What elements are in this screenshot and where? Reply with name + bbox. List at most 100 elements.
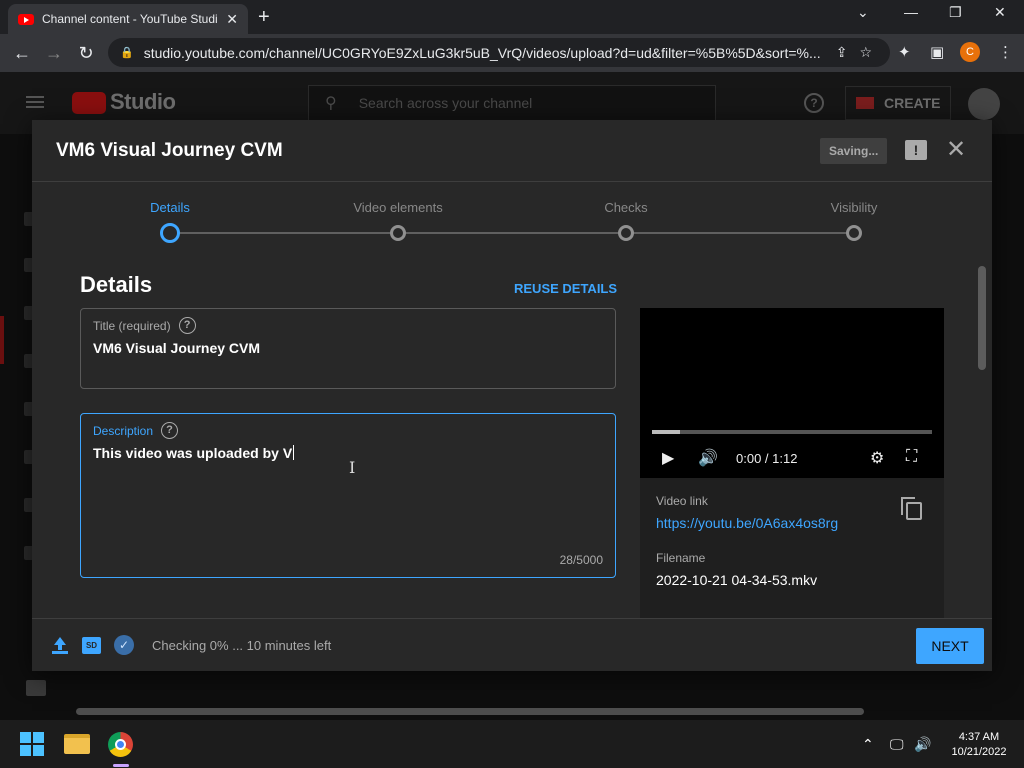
dialog-footer: SD ✓ Checking 0% ... 10 minutes left NEX…	[32, 618, 992, 671]
dialog-scrollbar[interactable]	[978, 266, 986, 370]
windows-taskbar: ⌃ 🖵 🔊 4:37 AM 10/21/2022	[0, 720, 1024, 768]
window-close-icon[interactable]: ✕	[994, 4, 1006, 21]
video-preview-player[interactable]: ▶ 🔊 0:00 / 1:12 ⚙ ⛶	[640, 308, 944, 478]
profile-avatar[interactable]: C	[960, 42, 980, 62]
upload-status-icon[interactable]	[52, 637, 68, 655]
video-progress-fill	[652, 430, 680, 434]
upload-stepper: Details Video elements Checks Visibility	[32, 182, 992, 252]
title-label-text: Title (required)	[93, 318, 171, 333]
title-help-icon[interactable]: ?	[178, 317, 196, 334]
video-progress-bar[interactable]	[652, 430, 932, 434]
step-video-elements[interactable]: Video elements	[318, 200, 478, 215]
volume-icon[interactable]: 🔊	[698, 448, 718, 468]
file-explorer-icon[interactable]	[64, 734, 90, 754]
video-link-label: Video link	[656, 494, 708, 508]
extensions-icon[interactable]: ✦	[898, 43, 911, 61]
video-link[interactable]: https://youtu.be/0A6ax4os8rg	[656, 515, 838, 531]
send-feedback-icon[interactable]	[26, 680, 46, 696]
sidebar-active-indicator	[0, 316, 4, 364]
studio-search-bar[interactable]: ⚲ Search across your channel	[308, 85, 716, 121]
settings-gear-icon[interactable]: ⚙	[870, 448, 884, 468]
stepper-line	[170, 232, 854, 234]
browser-tab-strip: Channel content - YouTube Studio ✕ + ⌄ —…	[0, 0, 1024, 34]
video-camera-icon	[856, 97, 874, 109]
hamburger-menu-icon[interactable]	[26, 96, 44, 108]
description-field[interactable]: Description ? This video was uploaded by…	[80, 413, 616, 578]
close-icon[interactable]: ✕	[944, 136, 968, 164]
fullscreen-icon[interactable]: ⛶	[906, 448, 917, 466]
studio-logo-text: Studio	[110, 89, 176, 114]
step-visibility-dot[interactable]	[846, 225, 862, 241]
create-label: CREATE	[884, 95, 941, 111]
tab-title: Channel content - YouTube Studio	[42, 12, 218, 26]
video-info-panel: Video link https://youtu.be/0A6ax4os8rg …	[640, 478, 944, 618]
help-icon[interactable]: ?	[804, 93, 824, 113]
search-icon: ⚲	[325, 95, 337, 112]
restore-icon[interactable]: ❐	[949, 4, 962, 21]
chrome-taskbar-icon[interactable]	[108, 732, 133, 757]
description-help-icon[interactable]: ?	[161, 422, 179, 439]
report-feedback-icon[interactable]: !	[905, 140, 927, 160]
upload-dialog: VM6 Visual Journey CVM Saving... ! ✕ Det…	[32, 120, 992, 671]
speaker-icon[interactable]: 🔊	[914, 736, 931, 753]
saving-status-chip: Saving...	[820, 138, 888, 164]
description-input[interactable]: This video was uploaded by V	[93, 445, 295, 461]
next-button[interactable]: NEXT	[916, 628, 984, 664]
dialog-content: Details REUSE DETAILS Title (required) ?…	[32, 252, 992, 618]
tab-close-icon[interactable]: ✕	[226, 11, 238, 28]
step-checks[interactable]: Checks	[546, 200, 706, 215]
new-tab-icon[interactable]: +	[258, 6, 270, 29]
description-label-text: Description	[93, 423, 154, 438]
filename-label: Filename	[656, 551, 706, 565]
description-text: This video was uploaded by V	[93, 445, 293, 461]
play-icon[interactable]: ▶	[662, 448, 674, 468]
dialog-title: VM6 Visual Journey CVM	[56, 140, 283, 161]
text-caret	[293, 445, 295, 460]
browser-tab[interactable]: Channel content - YouTube Studio ✕	[8, 4, 248, 34]
youtube-favicon-icon	[18, 13, 34, 25]
character-counter: 28/5000	[559, 553, 603, 567]
title-field[interactable]: Title (required) ? VM6 Visual Journey CV…	[80, 308, 616, 389]
section-heading: Details	[80, 272, 153, 297]
tab-search-icon[interactable]: ⌄	[857, 4, 869, 21]
step-video-elements-dot[interactable]	[390, 225, 406, 241]
description-field-label: Description ?	[93, 422, 179, 439]
clock-date: 10/21/2022	[951, 746, 1007, 758]
back-icon[interactable]: ←	[6, 43, 38, 64]
active-app-indicator	[113, 764, 129, 767]
video-time: 0:00 / 1:12	[736, 451, 798, 466]
side-panel-icon[interactable]: ▣	[930, 43, 944, 61]
step-checks-dot[interactable]	[618, 225, 634, 241]
checks-status-icon[interactable]: ✓	[114, 635, 134, 655]
youtube-logo-icon[interactable]	[72, 92, 106, 114]
network-icon[interactable]: 🖵	[890, 736, 904, 753]
tray-overflow-icon[interactable]: ⌃	[862, 736, 874, 753]
reload-icon[interactable]: ↻	[70, 43, 102, 64]
browser-menu-icon[interactable]: ⋮	[998, 43, 1013, 61]
title-input[interactable]: VM6 Visual Journey CVM	[93, 340, 260, 356]
step-visibility[interactable]: Visibility	[774, 200, 934, 215]
search-placeholder: Search across your channel	[358, 95, 533, 111]
dialog-header: VM6 Visual Journey CVM Saving... ! ✕	[32, 120, 992, 182]
system-clock[interactable]: 4:37 AM 10/21/2022	[940, 730, 1018, 760]
windows-start-icon[interactable]	[20, 732, 44, 756]
filename-value: 2022-10-21 04-34-53.mkv	[656, 572, 818, 588]
forward-icon[interactable]: →	[38, 43, 70, 64]
title-field-label: Title (required) ?	[93, 317, 196, 334]
account-avatar[interactable]	[968, 88, 1000, 120]
step-details-dot[interactable]	[160, 223, 180, 243]
text-cursor-icon: I	[349, 458, 356, 477]
create-button[interactable]: CREATE	[845, 86, 951, 120]
lock-icon: 🔒	[120, 47, 134, 59]
bookmark-star-icon[interactable]: ☆	[859, 44, 872, 61]
minimize-icon[interactable]: —	[904, 4, 918, 20]
step-details[interactable]: Details	[90, 200, 250, 215]
checking-status-text: Checking 0% ... 10 minutes left	[152, 638, 332, 653]
reuse-details-button[interactable]: REUSE DETAILS	[514, 281, 617, 296]
address-bar[interactable]: 🔒 studio.youtube.com/channel/UC0GRYoE9Zx…	[108, 38, 890, 67]
clock-time: 4:37 AM	[958, 731, 1000, 743]
sd-processing-icon[interactable]: SD	[82, 637, 101, 654]
page-horizontal-scrollbar[interactable]	[76, 708, 864, 715]
share-icon[interactable]: ⇪	[836, 44, 848, 61]
copy-link-icon[interactable]	[901, 497, 922, 520]
